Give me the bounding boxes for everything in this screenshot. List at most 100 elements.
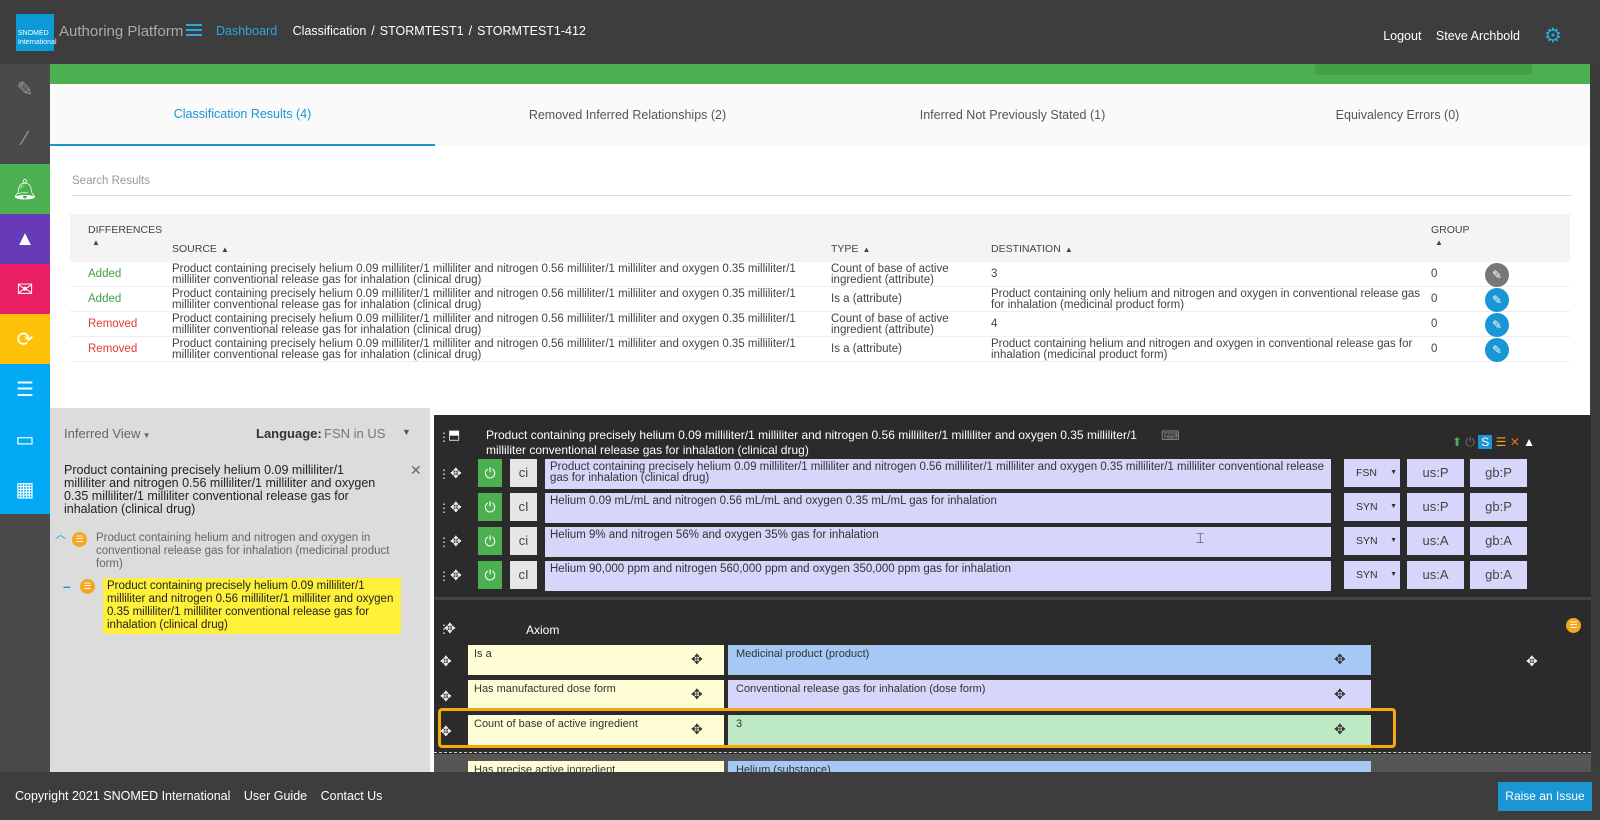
list-icon[interactable]: ☰ [0, 364, 50, 414]
description-term[interactable]: Helium 90,000 ppm and nitrogen 560,000 p… [545, 561, 1331, 591]
mail-icon[interactable]: ✉ [0, 264, 50, 314]
status-action-button[interactable] [1315, 64, 1532, 75]
col-type[interactable]: TYPE ▲ [831, 243, 870, 255]
move-icon[interactable]: ✥ [440, 723, 452, 740]
chevron-up-icon[interactable]: ︿ [55, 526, 66, 542]
description-type[interactable]: SYN ▼ [1344, 493, 1400, 521]
user-guide-link[interactable]: User Guide [244, 789, 307, 803]
edit-icon[interactable]: ✎ [1485, 288, 1509, 312]
inferred-view-dropdown[interactable]: Inferred View ▼ [64, 426, 151, 441]
axiom-menu-icon[interactable]: ☰ [1566, 618, 1581, 633]
raise-issue-button[interactable]: Raise an Issue [1498, 782, 1592, 811]
move-icon[interactable]: ✥ [450, 499, 462, 516]
grid-icon[interactable]: ▦ [0, 464, 50, 514]
description-term[interactable]: Helium 9% and nitrogen 56% and oxygen 35… [545, 527, 1331, 557]
card-icon[interactable]: ▭ [0, 414, 50, 464]
concept-menu-icon[interactable]: ☰ [80, 579, 95, 594]
edit-icon[interactable]: ✎ [1485, 263, 1509, 287]
gb-acceptability[interactable]: gb:P [1470, 459, 1527, 487]
edit-icon[interactable]: ✎ [1485, 313, 1509, 337]
description-type[interactable]: SYN ▼ [1344, 527, 1400, 555]
keyboard-icon[interactable]: ⌨ [1161, 428, 1180, 444]
drag-handle-icon[interactable]: ⋮ [438, 569, 450, 583]
tab-equivalency-errors[interactable]: Equivalency Errors (0) [1205, 84, 1590, 146]
case-significance[interactable]: ci [510, 527, 537, 555]
col-differences[interactable]: DIFFERENCES ▲ [88, 224, 162, 248]
contact-us-link[interactable]: Contact Us [321, 789, 383, 803]
gb-acceptability[interactable]: gb:A [1470, 561, 1527, 589]
close-icon[interactable]: ✕ [410, 462, 422, 479]
move-icon[interactable]: ✥ [450, 567, 462, 584]
us-acceptability[interactable]: us:P [1407, 493, 1464, 521]
close-icon[interactable]: ✕ [1510, 435, 1520, 449]
relationship-destination[interactable]: Medicinal product (product) [728, 645, 1371, 675]
relationship-type[interactable]: Has precise active ingredient [468, 761, 724, 772]
relationship-destination[interactable]: Conventional release gas for inhalation … [728, 680, 1371, 710]
search-results-field[interactable] [72, 166, 1572, 196]
col-group[interactable]: GROUP ▲ [1431, 224, 1470, 248]
move-icon[interactable]: ✥ [691, 651, 703, 668]
col-source[interactable]: SOURCE ▲ [172, 243, 229, 255]
active-toggle[interactable]: ⏻ [478, 527, 502, 555]
us-acceptability[interactable]: us:A [1407, 527, 1464, 555]
description-type[interactable]: SYN ▼ [1344, 561, 1400, 589]
move-icon[interactable]: ✥ [450, 465, 462, 482]
move-icon[interactable]: ✥ [450, 533, 462, 550]
relationship-type[interactable]: Is a [468, 645, 724, 675]
gb-acceptability[interactable]: gb:P [1470, 493, 1527, 521]
move-icon[interactable]: ✥ [1526, 653, 1538, 670]
active-toggle[interactable]: ⏻ [478, 561, 502, 589]
drag-handle-icon[interactable]: ⋮ [438, 535, 450, 549]
move-icon[interactable]: ✥ [691, 721, 703, 738]
case-significance[interactable]: ci [510, 459, 537, 487]
sync-icon[interactable]: ⟳ [0, 314, 50, 364]
snomed-logo[interactable]: SNOMED International [16, 14, 57, 51]
relationship-type[interactable]: Has manufactured dose form [468, 680, 724, 710]
move-icon[interactable]: ✥ [444, 620, 456, 637]
move-icon[interactable]: ✥ [691, 686, 703, 703]
tab-removed-inferred[interactable]: Removed Inferred Relationships (2) [435, 84, 820, 146]
move-icon[interactable]: ✥ [440, 653, 452, 670]
description-term[interactable]: Helium 0.09 mL/mL and nitrogen 0.56 mL/m… [545, 493, 1331, 523]
gb-acceptability[interactable]: gb:A [1470, 527, 1527, 555]
move-icon[interactable]: ✥ [1334, 686, 1346, 703]
graduation-cap-icon[interactable]: ▲ [0, 214, 50, 264]
tab-inferred-not-stated[interactable]: Inferred Not Previously Stated (1) [820, 84, 1205, 146]
hamburger-menu-icon[interactable] [186, 24, 202, 38]
gear-icon[interactable]: ⚙ [1544, 26, 1562, 46]
collapse-icon[interactable]: – [63, 578, 71, 594]
us-acceptability[interactable]: us:P [1407, 459, 1464, 487]
move-icon[interactable]: ✥ [1334, 721, 1346, 738]
logout-link[interactable]: Logout [1383, 29, 1421, 43]
language-select[interactable]: FSN in US [324, 426, 385, 441]
relationship-destination[interactable]: Helium (substance) [728, 761, 1371, 772]
active-toggle[interactable]: ⏻ [478, 459, 502, 487]
drag-handle-icon[interactable]: ⋮ [438, 501, 450, 515]
power-icon[interactable]: ⏻ [1465, 435, 1475, 449]
edit-icon[interactable]: ✎ [1485, 338, 1509, 362]
drag-handle-icon[interactable]: ⋮ [438, 467, 450, 481]
wand-icon[interactable]: ⁄ [0, 114, 50, 164]
copy-icon[interactable]: ⬒ [448, 427, 460, 443]
description-type[interactable]: FSN ▼ [1344, 459, 1400, 487]
case-significance[interactable]: cI [510, 493, 537, 521]
tree-selected-concept[interactable]: Product containing precisely helium 0.09… [103, 578, 401, 634]
chevron-down-icon[interactable]: ▼ [402, 427, 411, 437]
us-acceptability[interactable]: us:A [1407, 561, 1464, 589]
menu-icon[interactable]: ☰ [1496, 435, 1507, 449]
s-badge-icon[interactable]: S [1478, 435, 1493, 449]
concept-menu-icon[interactable]: ☰ [72, 532, 87, 547]
search-input[interactable] [72, 175, 672, 187]
tab-classification-results[interactable]: Classification Results (4) [50, 84, 435, 146]
caret-up-icon[interactable]: ▲ [1523, 435, 1535, 449]
relationship-type[interactable]: Count of base of active ingredient [468, 715, 724, 745]
edit-icon[interactable]: ✎ [0, 64, 50, 114]
move-icon[interactable]: ✥ [440, 688, 452, 705]
bell-icon[interactable]: 🔔︎ [0, 164, 50, 214]
description-term[interactable]: Product containing precisely helium 0.09… [545, 459, 1331, 489]
move-icon[interactable]: ✥ [1334, 651, 1346, 668]
breadcrumb-dashboard[interactable]: Dashboard [216, 24, 277, 38]
col-destination[interactable]: DESTINATION ▲ [991, 243, 1073, 255]
relationship-destination[interactable]: 3 [728, 715, 1371, 745]
tree-parent[interactable]: Product containing helium and nitrogen a… [96, 532, 396, 571]
